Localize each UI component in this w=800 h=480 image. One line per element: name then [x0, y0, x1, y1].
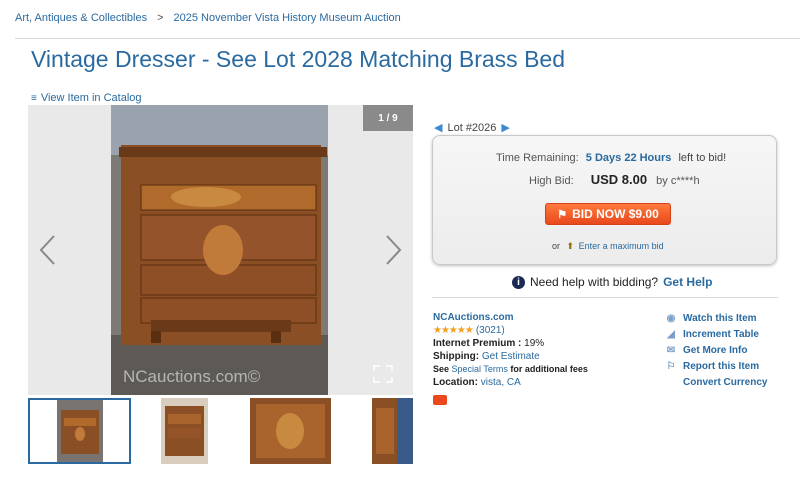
- thumbnail-2[interactable]: [161, 398, 208, 464]
- location-label: Location:: [433, 377, 478, 388]
- previous-image-button[interactable]: [36, 233, 60, 267]
- seller-info: NCAuctions.com ★★★★★ (3021) Internet Prem…: [433, 311, 588, 409]
- divider: [15, 38, 800, 39]
- thumbnail-4-image: [372, 398, 413, 464]
- view-in-catalog-label: View Item in Catalog: [40, 92, 142, 104]
- get-more-info-label: Get More Info: [683, 345, 748, 356]
- get-more-info-link[interactable]: ✉ Get More Info: [665, 343, 767, 359]
- time-remaining-value: 5 Days 22 Hours: [585, 152, 672, 164]
- breadcrumb-auction[interactable]: 2025 November Vista History Museum Aucti…: [174, 12, 401, 24]
- chevron-left-icon: [39, 235, 55, 265]
- breadcrumb: Art, Antiques & Collectibles >2025 Novemb…: [15, 12, 401, 24]
- view-in-catalog-link[interactable]: ≡ View Item in Catalog: [31, 92, 142, 104]
- fullscreen-button[interactable]: [373, 365, 393, 383]
- increment-icon: ◢: [667, 329, 675, 340]
- arrow-up-icon: ⬆: [566, 241, 575, 251]
- thumbnail-3-image: [250, 398, 331, 464]
- max-bid-row: or ⬆ Enter a maximum bid: [552, 241, 664, 252]
- info-icon: i: [512, 275, 525, 289]
- dresser-photo: [111, 105, 328, 395]
- photo-watermark: NCauctions.com©: [123, 367, 261, 386]
- list-icon: ≡: [31, 92, 37, 104]
- main-photo[interactable]: NCauctions.com©: [111, 105, 328, 395]
- thumbnail-2-image: [161, 398, 208, 464]
- get-help-link[interactable]: Get Help: [663, 275, 712, 289]
- breadcrumb-separator: >: [157, 12, 164, 24]
- thumbnail-strip: [28, 398, 413, 464]
- help-text: Need help with bidding?: [530, 275, 659, 289]
- item-actions: ◉ Watch this Item ◢ Increment Table ✉ Ge…: [665, 311, 768, 391]
- flag-icon: ⚐: [666, 361, 676, 372]
- chevron-right-icon: [386, 235, 402, 265]
- thumbnail-3[interactable]: [250, 398, 331, 464]
- lot-navigation: ◀ Lot #2026 ▶: [434, 121, 510, 135]
- internet-premium-value: 19%: [524, 338, 545, 349]
- increment-table-link[interactable]: ◢ Increment Table: [665, 327, 767, 343]
- watch-item-label: Watch this Item: [683, 313, 757, 324]
- image-counter: 1 / 9: [363, 105, 413, 131]
- seller-badge-icon: [433, 395, 447, 405]
- page-title: Vintage Dresser - See Lot 2028 Matching …: [31, 46, 565, 72]
- internet-premium-label: Internet Premium :: [433, 338, 522, 349]
- divider: [432, 297, 778, 298]
- lot-number: Lot #2026: [447, 121, 497, 134]
- convert-currency-link[interactable]: Convert Currency: [665, 375, 767, 391]
- time-remaining-suffix: left to bid!: [678, 152, 727, 164]
- location-value[interactable]: vista, CA: [481, 377, 521, 388]
- review-count-link[interactable]: (3021): [476, 325, 505, 336]
- bid-now-label: BID NOW $9.00: [572, 207, 659, 221]
- gavel-icon: ⚑: [557, 208, 568, 221]
- thumbnail-4[interactable]: [372, 398, 413, 464]
- shipping-estimate-link[interactable]: Get Estimate: [482, 351, 540, 362]
- high-bidder: by c****h: [656, 175, 700, 187]
- enter-max-bid-link[interactable]: Enter a maximum bid: [579, 241, 664, 251]
- convert-currency-label: Convert Currency: [683, 377, 768, 388]
- expand-icon: [373, 365, 393, 383]
- high-bid-row: High Bid: USD 8.00 by c****h: [529, 172, 700, 187]
- seller-name-link[interactable]: NCAuctions.com: [433, 312, 514, 323]
- next-image-button[interactable]: [381, 233, 405, 267]
- terms-prefix: See: [433, 364, 450, 374]
- thumbnail-1[interactable]: [28, 398, 131, 464]
- bidding-help: i Need help with bidding? Get Help: [512, 275, 712, 289]
- or-label: or: [552, 241, 561, 251]
- image-viewer[interactable]: NCauctions.com© 1 / 9: [28, 105, 413, 395]
- terms-suffix: for additional fees: [510, 364, 588, 374]
- breadcrumb-category[interactable]: Art, Antiques & Collectibles: [15, 12, 147, 24]
- bid-now-button[interactable]: ⚑ BID NOW $9.00: [545, 203, 671, 225]
- report-item-label: Report this Item: [683, 361, 760, 372]
- next-lot-arrow-icon[interactable]: ▶: [501, 121, 509, 134]
- high-bid-amount: USD 8.00: [590, 172, 648, 187]
- high-bid-label: High Bid:: [529, 175, 574, 187]
- special-terms-link[interactable]: Special Terms: [452, 364, 508, 374]
- bid-box: Time Remaining: 5 Days 22 Hours left to …: [432, 135, 777, 265]
- watch-item-link[interactable]: ◉ Watch this Item: [665, 311, 767, 327]
- report-item-link[interactable]: ⚐ Report this Item: [665, 359, 767, 375]
- envelope-icon: ✉: [666, 345, 676, 356]
- time-remaining-row: Time Remaining: 5 Days 22 Hours left to …: [496, 152, 726, 164]
- rating-stars: ★★★★★: [433, 325, 474, 336]
- eye-icon: ◉: [666, 313, 676, 324]
- time-remaining-label: Time Remaining:: [496, 152, 579, 164]
- shipping-label: Shipping:: [433, 351, 480, 362]
- previous-lot-arrow-icon[interactable]: ◀: [434, 121, 442, 134]
- increment-table-label: Increment Table: [683, 329, 759, 340]
- thumbnail-1-image: [57, 400, 103, 462]
